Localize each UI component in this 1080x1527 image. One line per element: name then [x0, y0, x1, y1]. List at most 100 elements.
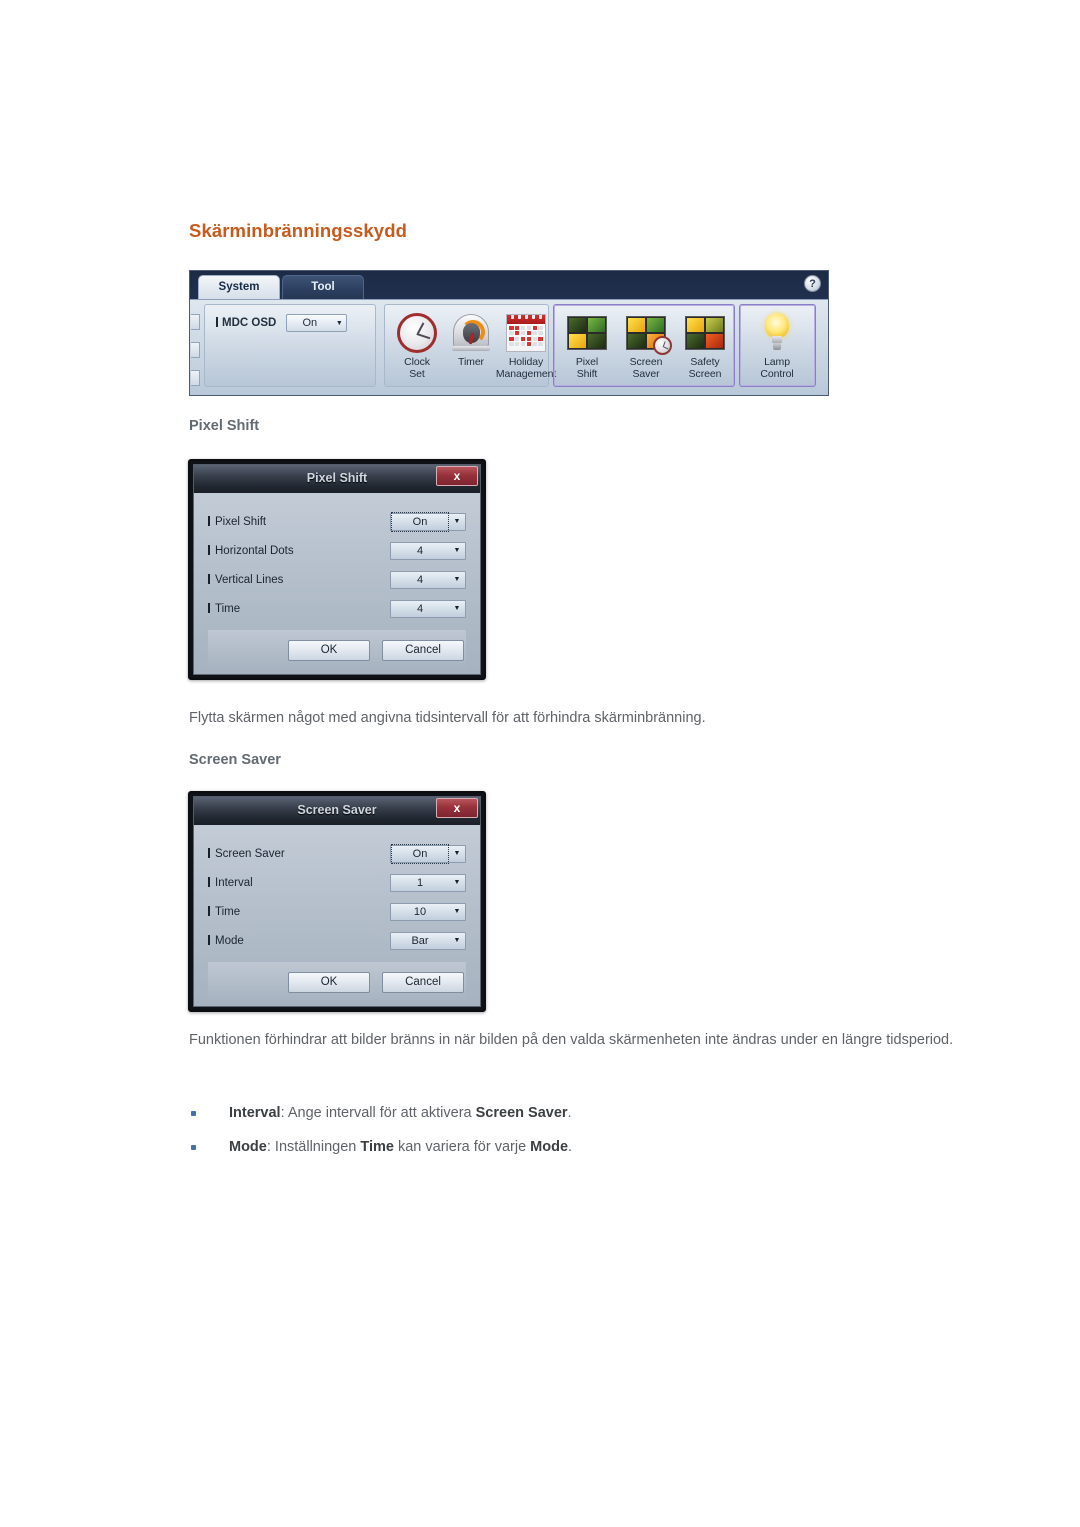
list-item-text: Interval: Ange intervall för att aktiver… [229, 1105, 572, 1121]
dropdown-value: On [391, 843, 449, 864]
field-label: Time [208, 603, 390, 615]
ribbon-group-screen-burn-protection: Pixel Shift Screen Saver Safety Screen [553, 304, 735, 387]
chevron-down-icon: ▼ [453, 850, 461, 857]
help-icon[interactable]: ? [804, 275, 821, 292]
document-page: Skärminbränningsskydd System Tool ? MDC … [0, 0, 1080, 1527]
field-label: Horizontal Dots [208, 545, 390, 557]
ribbon-button-screen-saver[interactable]: Screen Saver [618, 310, 674, 380]
dialog-footer: OK Cancel [208, 630, 466, 670]
dropdown-horizontal-dots[interactable]: 4 ▼ [390, 541, 466, 560]
field-row: Vertical Lines 4 ▼ [208, 566, 466, 593]
dropdown-vertical-lines[interactable]: 4 ▼ [390, 570, 466, 589]
screen-saver-icon [618, 310, 674, 356]
chevron-down-icon: ▼ [453, 547, 461, 554]
dropdown-value: Bar [411, 934, 429, 947]
ribbon-button-label: Lamp [764, 356, 790, 368]
ribbon-button-label: Pixel [575, 356, 599, 368]
dropdown-time[interactable]: 4 ▼ [390, 599, 466, 618]
ok-button[interactable]: OK [288, 972, 370, 993]
chevron-down-icon: ▼ [453, 576, 461, 583]
mdc-osd-row: MDC OSD On ▼ [216, 314, 348, 332]
bullet-list: Interval: Ange intervall för att aktiver… [189, 1096, 979, 1164]
bullet-icon [191, 1145, 196, 1150]
list-item: Interval: Ange intervall för att aktiver… [189, 1096, 979, 1130]
lightbulb-icon [749, 310, 805, 356]
field-label: Pixel Shift [208, 516, 390, 528]
heading-pixel-shift: Pixel Shift [189, 418, 260, 434]
ribbon-button-label-2: Management [495, 368, 557, 380]
pixel-shift-icon [559, 310, 615, 356]
clock-icon [389, 310, 445, 356]
field-row: Horizontal Dots 4 ▼ [208, 537, 466, 564]
cancel-button[interactable]: Cancel [382, 640, 464, 661]
field-label: Interval [208, 877, 390, 889]
dropdown-value: 4 [416, 602, 424, 615]
field-row: Pixel Shift On ▼ [208, 508, 466, 535]
mdc-ribbon-screenshot: System Tool ? MDC OSD On ▼ Clock Set Tim… [189, 270, 829, 396]
field-row: Interval 1 ▼ [208, 869, 466, 896]
mdc-osd-dropdown[interactable]: On ▼ [286, 314, 348, 332]
dialog-pixel-shift: Pixel Shift x Pixel Shift On ▼ Horizonta… [188, 459, 486, 680]
dropdown-value: 1 [416, 876, 424, 889]
ribbon-button-label-2: Saver [632, 368, 660, 380]
dropdown-time[interactable]: 10 ▼ [390, 902, 466, 921]
ribbon-button-holiday-management[interactable]: Holiday Management [489, 310, 563, 380]
dropdown-interval[interactable]: 1 ▼ [390, 873, 466, 892]
dialog-titlebar[interactable]: Pixel Shift x [193, 464, 481, 493]
ribbon-tab-strip: System Tool ? [190, 271, 828, 299]
dialog-body: Screen Saver On ▼ Interval 1 ▼ Time 10 ▼ [193, 825, 481, 1007]
heading-screen-saver: Screen Saver [189, 752, 281, 768]
dropdown-screen-saver[interactable]: On ▼ [390, 843, 466, 864]
chevron-down-icon: ▼ [453, 879, 461, 886]
dialog-body: Pixel Shift On ▼ Horizontal Dots 4 ▼ Ver… [193, 493, 481, 675]
close-icon[interactable]: x [436, 466, 478, 486]
ok-button[interactable]: OK [288, 640, 370, 661]
tab-tool[interactable]: Tool [282, 275, 364, 299]
mdc-osd-value: On [302, 317, 318, 329]
list-item-text: Mode: Inställningen Time kan variera för… [229, 1139, 573, 1155]
ribbon-button-clock-set[interactable]: Clock Set [389, 310, 445, 380]
ribbon-button-label: Clock [404, 356, 430, 368]
ribbon-body: MDC OSD On ▼ Clock Set Timer Holiday Man… [190, 299, 828, 395]
ribbon-button-label: Screen [629, 356, 663, 368]
list-item: Mode: Inställningen Time kan variera för… [189, 1130, 979, 1164]
ribbon-button-label-2: Control [760, 368, 794, 380]
stub-box [191, 370, 200, 386]
ribbon-button-label-2: Set [409, 368, 425, 380]
ribbon-group-clock: Clock Set Timer Holiday Management [384, 304, 556, 387]
ribbon-group-osd: MDC OSD On ▼ [204, 304, 376, 387]
ribbon-group-lamp: Lamp Control [739, 304, 816, 387]
safety-screen-icon [677, 310, 733, 356]
dropdown-mode[interactable]: Bar ▼ [390, 931, 466, 950]
ribbon-button-safety-screen[interactable]: Safety Screen [677, 310, 733, 380]
dialog-screen-saver: Screen Saver x Screen Saver On ▼ Interva… [188, 791, 486, 1012]
bullet-icon [191, 1111, 196, 1116]
ribbon-button-lamp-control[interactable]: Lamp Control [749, 310, 805, 380]
dialog-footer: OK Cancel [208, 962, 466, 1002]
ribbon-button-pixel-shift[interactable]: Pixel Shift [559, 310, 615, 380]
dropdown-value: 4 [416, 544, 424, 557]
dropdown-value: 10 [413, 905, 427, 918]
field-row: Screen Saver On ▼ [208, 840, 466, 867]
ribbon-button-label: Holiday [508, 356, 544, 368]
page-title: Skärminbränningsskydd [189, 220, 407, 241]
dialog-titlebar[interactable]: Screen Saver x [193, 796, 481, 825]
field-row: Time 10 ▼ [208, 898, 466, 925]
dropdown-pixel-shift[interactable]: On ▼ [390, 511, 466, 532]
stub-box [191, 314, 200, 330]
field-label: Mode [208, 935, 390, 947]
field-label: Vertical Lines [208, 574, 390, 586]
ribbon-button-label: Safety [690, 356, 720, 368]
paragraph-pixel-shift: Flytta skärmen något med angivna tidsint… [189, 710, 706, 726]
stub-box [191, 342, 200, 358]
chevron-down-icon: ▼ [335, 319, 343, 327]
field-label: Time [208, 906, 390, 918]
cancel-button[interactable]: Cancel [382, 972, 464, 993]
chevron-down-icon: ▼ [453, 908, 461, 915]
paragraph-screen-saver: Funktionen förhindrar att bilder bränns … [189, 1032, 954, 1048]
ribbon-button-label-2: Shift [576, 368, 598, 380]
tab-system[interactable]: System [198, 275, 280, 299]
chevron-down-icon: ▼ [453, 937, 461, 944]
field-row: Mode Bar ▼ [208, 927, 466, 954]
close-icon[interactable]: x [436, 798, 478, 818]
